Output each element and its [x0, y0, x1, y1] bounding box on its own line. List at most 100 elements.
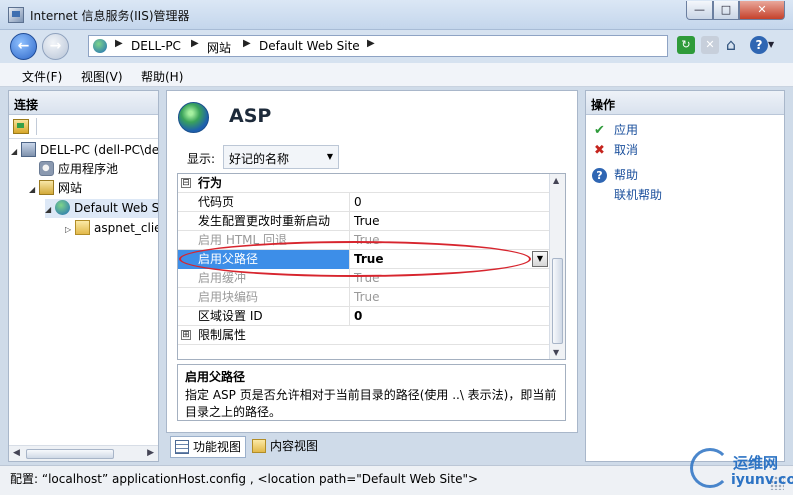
- tree-node-label: DELL-PC (dell-PC\del: [40, 143, 158, 157]
- tab-label: 内容视图: [270, 439, 319, 453]
- property-name: 启用父路径: [178, 250, 350, 269]
- actions-title: 操作: [586, 91, 784, 115]
- property-value[interactable]: True: [350, 269, 550, 288]
- minimize-button[interactable]: —: [686, 1, 713, 20]
- forward-button[interactable]: →: [42, 33, 69, 60]
- connect-icon[interactable]: [13, 119, 29, 134]
- feature-pane: ASP 显示: 好记的名称 ▼ ⊟ 行为 代码页 0 发生配置更改时重新启动 T…: [166, 90, 578, 433]
- stop-icon[interactable]: ✕: [701, 36, 719, 54]
- apply-link[interactable]: 应用: [614, 121, 638, 139]
- category-label: 行为: [198, 176, 223, 190]
- tree-node-label: 应用程序池: [58, 162, 119, 176]
- tree-node-label: aspnet_clie: [94, 221, 158, 235]
- help-dropdown-icon[interactable]: ▼: [768, 36, 778, 54]
- home-icon[interactable]: ⌂: [722, 36, 740, 54]
- scrollbar-thumb[interactable]: [26, 449, 114, 459]
- app-pool-icon: [39, 161, 54, 176]
- tree-node-label: 网站: [58, 181, 83, 195]
- breadcrumb-default-web-site[interactable]: Default Web Site: [259, 39, 360, 53]
- collapse-icon[interactable]: ◢: [45, 200, 55, 219]
- category-label: 限制属性: [198, 328, 247, 342]
- property-row[interactable]: 启用缓冲 True: [178, 269, 550, 288]
- content-view-icon: [252, 439, 266, 453]
- help-link[interactable]: 帮助: [614, 166, 638, 184]
- property-row[interactable]: 区域设置 ID 0: [178, 307, 550, 326]
- scroll-up-icon[interactable]: ▲: [553, 176, 559, 185]
- globe-icon: [55, 200, 70, 215]
- menu-help[interactable]: 帮助(H): [141, 68, 183, 85]
- help-icon[interactable]: ?: [750, 36, 768, 54]
- close-button[interactable]: ✕: [739, 1, 785, 20]
- sites-folder-icon: [39, 180, 54, 195]
- connections-tree: ◢ DELL-PC (dell-PC\del 应用程序池 ◢ 网站 ◢ Default…: [9, 139, 158, 457]
- property-value-select[interactable]: True: [350, 250, 550, 269]
- property-row[interactable]: 发生配置更改时重新启动 True: [178, 212, 550, 231]
- property-value[interactable]: True: [350, 231, 550, 250]
- refresh-icon[interactable]: ↻: [677, 36, 695, 54]
- server-icon: [21, 142, 36, 157]
- tree-node-server[interactable]: ◢ DELL-PC (dell-PC\del: [11, 141, 158, 160]
- menu-view[interactable]: 视图(V): [81, 68, 123, 85]
- tab-features-view[interactable]: 功能视图: [170, 436, 246, 458]
- expand-icon[interactable]: ▷: [65, 220, 75, 239]
- connections-toolbar: [9, 115, 158, 139]
- scroll-down-icon[interactable]: ▼: [553, 348, 559, 357]
- tree-node-app-pools[interactable]: 应用程序池: [29, 160, 118, 179]
- menu-bar: 文件(F) 视图(V) 帮助(H): [0, 63, 793, 87]
- scroll-left-icon[interactable]: ◀: [13, 448, 20, 458]
- description-title: 启用父路径: [185, 370, 246, 384]
- horizontal-scrollbar[interactable]: ◀ ▶: [9, 445, 158, 461]
- address-bar[interactable]: ▶ DELL-PC ▶ 网站 ▶ Default Web Site ▶: [88, 35, 668, 57]
- online-help-link[interactable]: 联机帮助: [614, 186, 662, 204]
- connections-pane: 连接 ◢ DELL-PC (dell-PC\del 应用程序池 ◢ 网站 ◢ Defa…: [8, 90, 159, 462]
- actions-pane: 操作 ✔ 应用 ✖ 取消 ? 帮助 联机帮助: [585, 90, 785, 462]
- property-row[interactable]: 代码页 0: [178, 193, 550, 212]
- property-grid: ⊟ 行为 代码页 0 发生配置更改时重新启动 True 启用 HTML 回退 T…: [177, 173, 566, 360]
- property-value[interactable]: True: [350, 212, 550, 231]
- tree-node-default-web-site[interactable]: ◢ Default Web S: [45, 199, 158, 218]
- property-value[interactable]: 0: [350, 193, 550, 212]
- globe-icon: [93, 39, 107, 53]
- description-text: 指定 ASP 页是否允许相对于当前目录的路径(使用 ..\ 表示法)，即当前目录…: [185, 388, 557, 419]
- watermark-text: 运维网: [733, 454, 779, 472]
- maximize-button[interactable]: □: [713, 1, 739, 20]
- watermark-logo-icon: [690, 448, 730, 488]
- breadcrumb-dell-pc[interactable]: DELL-PC: [131, 39, 181, 53]
- display-mode-select[interactable]: 好记的名称 ▼: [223, 145, 339, 169]
- vertical-scrollbar[interactable]: ▲ ▼: [549, 174, 565, 359]
- menu-file[interactable]: 文件(F): [22, 68, 62, 85]
- property-row[interactable]: 启用 HTML 回退 True: [178, 231, 550, 250]
- asp-globe-icon: [178, 102, 209, 133]
- display-label: 显示:: [187, 152, 216, 166]
- property-name: 发生配置更改时重新启动: [178, 212, 350, 231]
- status-bar: 配置: “localhost” applicationHost.config ,…: [0, 465, 793, 495]
- breadcrumb-separator-icon[interactable]: ▶: [367, 38, 375, 49]
- tree-node-sites[interactable]: ◢ 网站: [29, 179, 82, 198]
- category-behavior[interactable]: ⊟ 行为: [178, 174, 550, 193]
- breadcrumb-sites[interactable]: 网站: [207, 39, 231, 56]
- toolbar-divider: [36, 118, 37, 135]
- folder-icon: [75, 220, 90, 235]
- breadcrumb-separator-icon[interactable]: ▶: [115, 38, 123, 49]
- property-value[interactable]: 0: [350, 307, 550, 326]
- cancel-x-icon: ✖: [594, 143, 605, 158]
- display-mode-value: 好记的名称: [229, 152, 290, 166]
- collapse-icon[interactable]: ◢: [11, 142, 21, 161]
- property-row[interactable]: 启用块编码 True: [178, 288, 550, 307]
- property-value[interactable]: True: [350, 288, 550, 307]
- help-icon: ?: [592, 168, 607, 183]
- chevron-down-icon[interactable]: ▼: [532, 251, 548, 267]
- cancel-link[interactable]: 取消: [614, 141, 638, 159]
- scrollbar-thumb[interactable]: [552, 258, 563, 344]
- tree-node-aspnet-client[interactable]: ▷ aspnet_clie: [65, 219, 158, 238]
- category-limits[interactable]: ⊞ 限制属性: [178, 326, 550, 345]
- scroll-right-icon[interactable]: ▶: [147, 448, 154, 458]
- property-row-selected[interactable]: 启用父路径 True ▼: [178, 250, 550, 269]
- tree-node-label: Default Web S: [74, 201, 158, 215]
- collapse-icon[interactable]: ◢: [29, 180, 39, 199]
- breadcrumb-separator-icon[interactable]: ▶: [243, 38, 251, 49]
- breadcrumb-separator-icon[interactable]: ▶: [191, 38, 199, 49]
- back-button[interactable]: ←: [10, 33, 37, 60]
- connections-title: 连接: [9, 91, 158, 115]
- tab-content-view[interactable]: 内容视图: [248, 436, 328, 458]
